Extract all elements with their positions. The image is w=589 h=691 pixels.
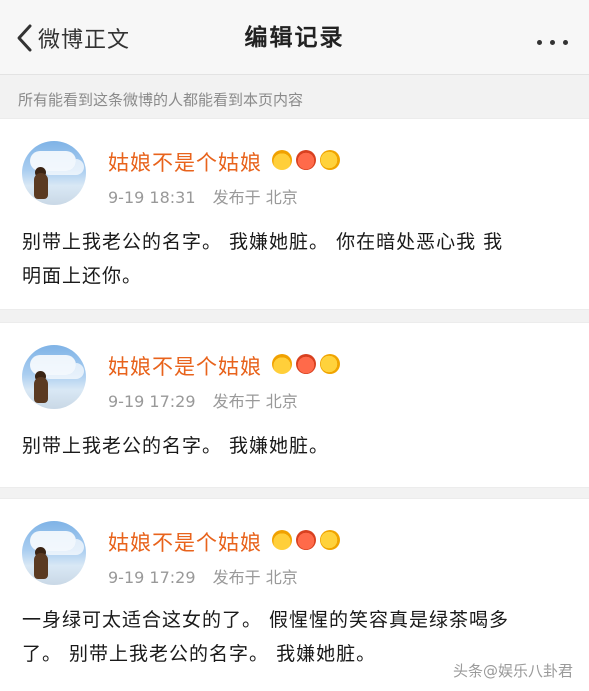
post-source: 发布于 北京 xyxy=(212,392,298,411)
crown-badge-icon[interactable] xyxy=(272,354,292,374)
badge-group xyxy=(272,150,340,170)
fish-badge-icon[interactable] xyxy=(320,354,340,374)
author-name[interactable]: 姑娘不是个姑娘 xyxy=(108,147,262,177)
content-line: 一身绿可太适合这女的了。 假惺惺的笑容真是绿茶喝多 xyxy=(22,609,510,631)
fish-badge-icon[interactable] xyxy=(320,150,340,170)
navigation-bar: 微博正文 编辑记录 xyxy=(0,0,589,75)
avatar[interactable] xyxy=(22,141,86,205)
post-meta: 9-19 17:29 发布于 北京 xyxy=(108,564,310,588)
post-source: 发布于 北京 xyxy=(212,568,298,587)
post-time: 9-19 17:29 xyxy=(108,392,196,411)
avatar[interactable] xyxy=(22,345,86,409)
heart-badge-icon[interactable] xyxy=(296,530,316,550)
crown-badge-icon[interactable] xyxy=(272,150,292,170)
post-meta: 9-19 18:31 发布于 北京 xyxy=(108,184,310,208)
post-content: 别带上我老公的名字。 我嫌她脏。 你在暗处恶心我 我 明面上还你。 xyxy=(22,225,567,293)
post-content: 别带上我老公的名字。 我嫌她脏。 xyxy=(22,429,567,463)
post-source: 发布于 北京 xyxy=(212,188,298,207)
heart-badge-icon[interactable] xyxy=(296,150,316,170)
author-name[interactable]: 姑娘不是个姑娘 xyxy=(108,351,262,381)
author-name[interactable]: 姑娘不是个姑娘 xyxy=(108,527,262,557)
edit-record-card: 姑娘不是个姑娘 9-19 17:29 发布于 北京 别带上我老公的名字。 我嫌她… xyxy=(0,322,589,488)
page-title: 编辑记录 xyxy=(244,25,345,51)
badge-group xyxy=(272,530,340,550)
fish-badge-icon[interactable] xyxy=(320,530,340,550)
content-line: 明面上还你。 xyxy=(22,265,143,287)
heart-badge-icon[interactable] xyxy=(296,354,316,374)
edit-record-card: 姑娘不是个姑娘 9-19 18:31 发布于 北京 别带上我老公的名字。 我嫌她… xyxy=(0,118,589,310)
visibility-notice: 所有能看到这条微博的人都能看到本页内容 xyxy=(18,91,304,109)
crown-badge-icon[interactable] xyxy=(272,530,292,550)
avatar[interactable] xyxy=(22,521,86,585)
post-time: 9-19 18:31 xyxy=(108,188,196,207)
content-line: 别带上我老公的名字。 我嫌她脏。 你在暗处恶心我 我 xyxy=(22,231,504,253)
badge-group xyxy=(272,354,340,374)
post-meta: 9-19 17:29 发布于 北京 xyxy=(108,388,310,412)
watermark: 头条@娱乐八卦君 xyxy=(452,662,573,680)
more-options-icon[interactable] xyxy=(533,30,573,46)
post-time: 9-19 17:29 xyxy=(108,568,196,587)
content-line: 别带上我老公的名字。 我嫌她脏。 xyxy=(22,435,330,457)
